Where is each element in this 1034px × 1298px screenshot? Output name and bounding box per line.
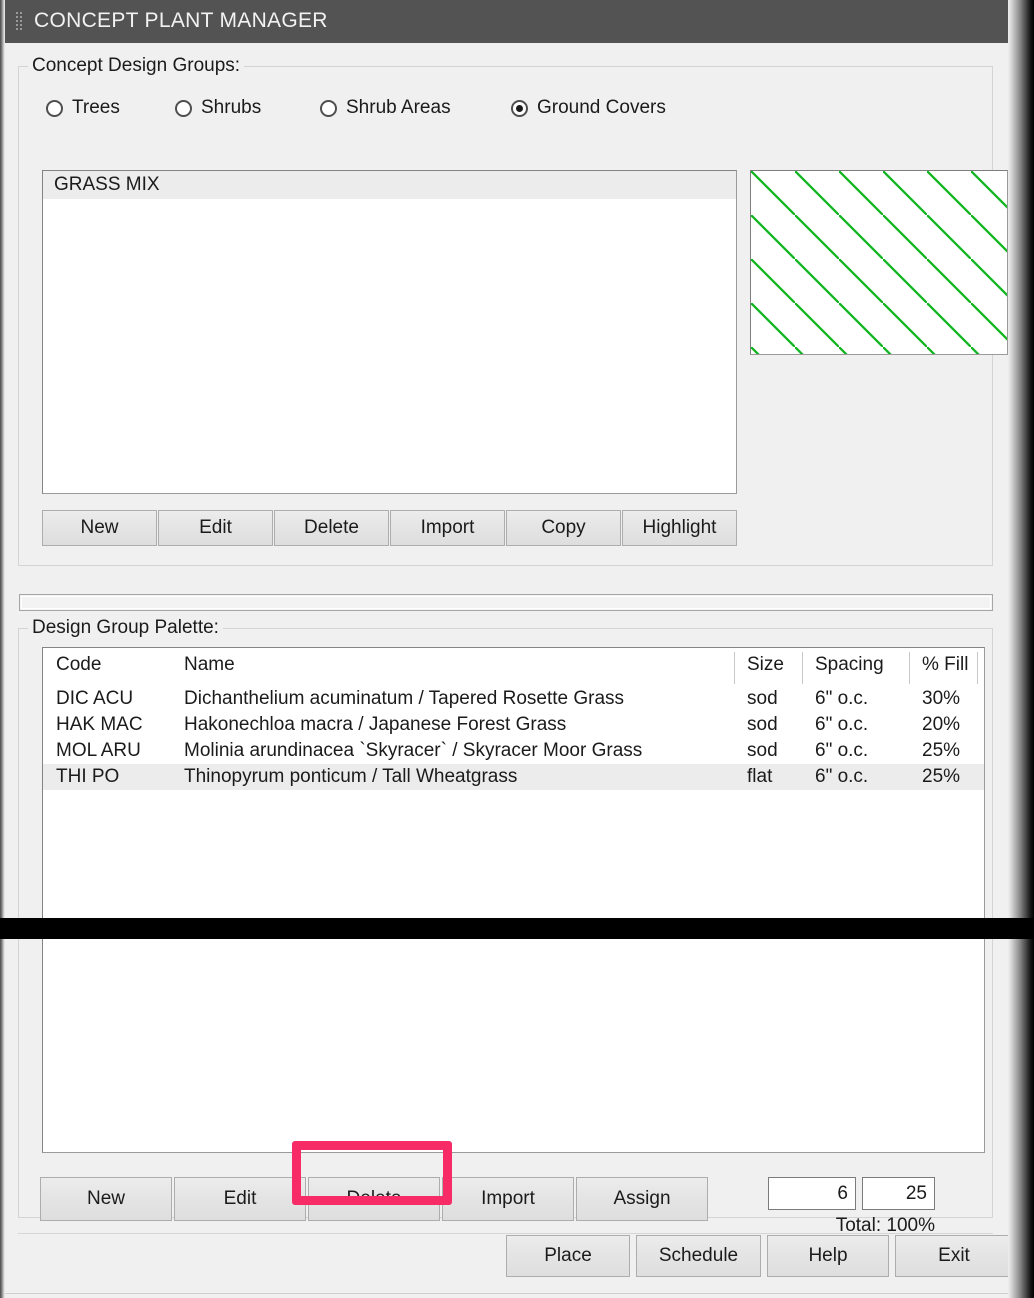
cell-fill: 25% [909, 764, 977, 790]
grip-dot [16, 16, 18, 18]
design-group-palette-legend: Design Group Palette: [28, 617, 223, 639]
cell-extra [977, 712, 984, 738]
concept-design-groups-group: Concept Design Groups: Trees Shrubs Shru… [18, 55, 1008, 566]
delete-palette-button[interactable]: Delete [308, 1177, 440, 1221]
cell-code: HAK MAC [56, 714, 143, 735]
cell-size: flat [734, 764, 802, 790]
col-header-size[interactable]: Size [734, 648, 802, 686]
col-header-extra[interactable] [977, 648, 984, 686]
drag-grip-icon[interactable] [16, 12, 24, 32]
cell-name: Dichanthelium acuminatum / Tapered Roset… [184, 688, 625, 709]
radio-trees-dot [46, 99, 63, 117]
cell-fill: 25% [922, 740, 961, 761]
cell-size: sod [747, 714, 778, 735]
exit-button[interactable]: Exit [895, 1235, 1013, 1277]
assign-palette-button[interactable]: Assign [576, 1177, 708, 1221]
import-group-button[interactable]: Import [390, 510, 505, 546]
col-header-spacing[interactable]: Spacing [802, 648, 909, 686]
grip-dot [20, 20, 22, 22]
radio-shrubs-dot [175, 99, 192, 117]
grip-dot [20, 24, 22, 26]
cell-code: MOL ARU [56, 740, 141, 761]
grip-dot [16, 24, 18, 26]
radio-trees-label: Trees [72, 97, 120, 118]
horizontal-splitter-scrollbar[interactable] [19, 594, 993, 611]
cell-spacing: 6" o.c. [802, 764, 909, 790]
design-group-listbox[interactable]: GRASS MIX [42, 170, 737, 494]
radio-ground-covers-dot [511, 99, 528, 117]
grip-dot [16, 12, 18, 14]
cell-spacing: 6" o.c. [815, 688, 869, 709]
radio-shrubs-label: Shrubs [201, 97, 262, 118]
grip-dot [20, 12, 22, 14]
col-header-code[interactable]: Code [43, 648, 171, 686]
grip-dot [16, 20, 18, 22]
concept-design-groups-legend: Concept Design Groups: [28, 55, 245, 77]
cell-extra [977, 686, 984, 712]
new-group-button[interactable]: New [42, 510, 157, 546]
new-palette-button[interactable]: New [40, 1177, 172, 1221]
fill-input[interactable]: 25 [862, 1177, 935, 1210]
table-row[interactable]: THI PO Thinopyrum ponticum / Tall Wheatgr… [43, 764, 984, 790]
place-button[interactable]: Place [506, 1235, 630, 1277]
cell-size: sod [747, 740, 778, 761]
design-group-type-radios: Trees Shrubs Shrub Areas Ground Covers [25, 93, 985, 123]
window-left-bevel [0, 0, 5, 1298]
copy-group-button[interactable]: Copy [506, 510, 621, 546]
grip-dot [16, 28, 18, 30]
cell-name: Molinia arundinacea `Skyracer` / Skyrace… [184, 740, 643, 761]
radio-shrub-areas-label: Shrub Areas [346, 97, 451, 118]
footer-divider [18, 1233, 993, 1234]
screenshot-stitch-band [0, 918, 1034, 939]
list-item[interactable]: GRASS MIX [43, 171, 736, 199]
col-header-fill[interactable]: % Fill [909, 648, 977, 686]
window-client-area: Concept Design Groups: Trees Shrubs Shru… [5, 43, 1013, 1298]
import-palette-button[interactable]: Import [442, 1177, 574, 1221]
table-row[interactable]: MOL ARU Molinia arundinacea `Skyracer` / … [43, 738, 984, 764]
radio-shrubs[interactable]: Shrubs [175, 93, 261, 123]
concept-plant-manager-window: CONCEPT PLANT MANAGER Concept Design Gro… [0, 0, 1014, 1298]
grip-dot [20, 16, 22, 18]
edit-group-button[interactable]: Edit [158, 510, 273, 546]
cell-name: Hakonechloa macra / Japanese Forest Gras… [184, 714, 567, 735]
help-button[interactable]: Help [767, 1235, 889, 1277]
col-header-name[interactable]: Name [171, 648, 734, 686]
cell-name: Thinopyrum ponticum / Tall Wheatgrass [171, 764, 734, 790]
edit-palette-button[interactable]: Edit [174, 1177, 306, 1221]
grip-dot [20, 28, 22, 30]
palette-table-body: DIC ACU Dichanthelium acuminatum / Tapere… [43, 686, 984, 790]
cell-fill: 30% [922, 688, 961, 709]
cell-spacing: 6" o.c. [815, 714, 869, 735]
radio-shrub-areas-dot [320, 99, 337, 117]
radio-ground-covers[interactable]: Ground Covers [511, 93, 666, 123]
palette-table[interactable]: Code Name Size Spacing % Fill DIC ACU Dic… [42, 647, 985, 1153]
cell-code: DIC ACU [56, 688, 134, 709]
cell-spacing: 6" o.c. [815, 740, 869, 761]
schedule-button[interactable]: Schedule [636, 1235, 761, 1277]
cell-extra [977, 738, 984, 764]
radio-shrub-areas[interactable]: Shrub Areas [320, 93, 451, 123]
hatch-preview-pattern [751, 171, 1007, 354]
table-row[interactable]: HAK MAC Hakonechloa macra / Japanese Fore… [43, 712, 984, 738]
window-title: CONCEPT PLANT MANAGER [34, 9, 328, 32]
delete-group-button[interactable]: Delete [274, 510, 389, 546]
window-right-bevel [1008, 0, 1034, 1298]
screenshot-root: CONCEPT PLANT MANAGER Concept Design Gro… [0, 0, 1034, 1298]
table-header-row: Code Name Size Spacing % Fill [43, 648, 984, 686]
highlight-group-button[interactable]: Highlight [622, 510, 737, 546]
window-title-bar[interactable]: CONCEPT PLANT MANAGER [5, 0, 1012, 43]
cell-extra [977, 764, 984, 790]
cell-size: sod [747, 688, 778, 709]
hatch-preview [750, 170, 1008, 355]
radio-ground-covers-label: Ground Covers [537, 97, 666, 118]
palette-table-grid: Code Name Size Spacing % Fill DIC ACU Dic… [43, 648, 984, 790]
table-row[interactable]: DIC ACU Dichanthelium acuminatum / Tapere… [43, 686, 984, 712]
window-bottom-divider [5, 1293, 1013, 1294]
cell-fill: 20% [922, 714, 961, 735]
cell-code: THI PO [43, 764, 171, 790]
radio-trees[interactable]: Trees [46, 93, 120, 123]
spacing-input[interactable]: 6 [768, 1177, 856, 1210]
